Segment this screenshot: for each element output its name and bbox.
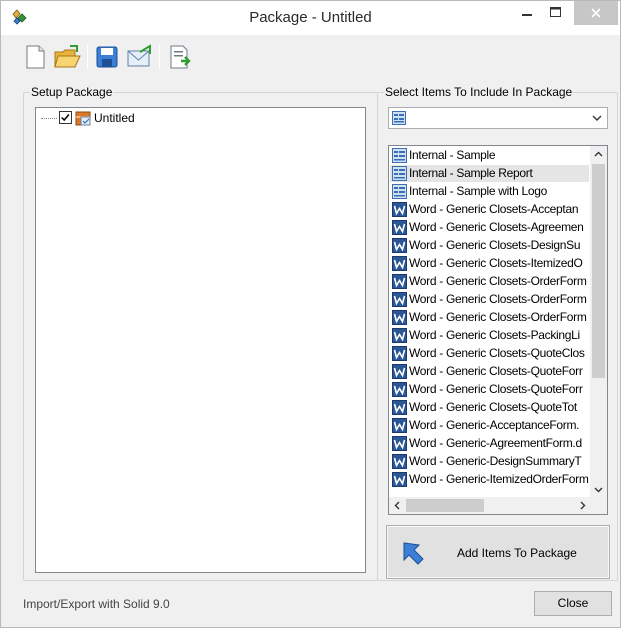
- close-button[interactable]: Close: [534, 591, 612, 616]
- word-icon: [392, 418, 407, 433]
- list-item-label: Internal - Sample Report: [409, 166, 533, 180]
- list-item-label: Word - Generic Closets-QuoteClos: [409, 346, 585, 360]
- scroll-up-icon[interactable]: [590, 146, 607, 163]
- word-icon: [392, 328, 407, 343]
- items-listbox[interactable]: Internal - Sample Internal - Sample Repor…: [388, 145, 608, 515]
- word-icon: [392, 256, 407, 271]
- list-item[interactable]: Word - Generic Closets-ItemizedO: [390, 255, 589, 272]
- arrow-down-left-icon: [403, 542, 424, 565]
- word-icon: [392, 400, 407, 415]
- list-item[interactable]: Word - Generic Closets-Agreemen: [390, 219, 589, 236]
- new-icon[interactable]: [21, 43, 49, 71]
- title-bar[interactable]: Package - Untitled: [1, 1, 620, 35]
- list-item-label: Word - Generic Closets-QuoteForr: [409, 364, 583, 378]
- tree-node-untitled[interactable]: Untitled: [36, 110, 236, 126]
- list-item[interactable]: Word - Generic-AcceptanceForm.: [390, 417, 589, 434]
- toolbar: [21, 43, 321, 73]
- status-text: Import/Export with Solid 9.0: [23, 597, 170, 611]
- list-item[interactable]: Word - Generic-DesignSummaryT: [390, 453, 589, 470]
- tree-connector: [41, 118, 57, 119]
- list-item-label: Word - Generic Closets-ItemizedO: [409, 256, 583, 270]
- list-item-label: Word - Generic-DesignSummaryT: [409, 454, 582, 468]
- list-item[interactable]: Word - Generic Closets-OrderForm: [390, 291, 589, 308]
- list-item-label: Word - Generic Closets-OrderForm: [409, 292, 587, 306]
- list-item[interactable]: Word - Generic-AgreementForm.d: [390, 435, 589, 452]
- list-item-label: Word - Generic Closets-QuoteTot: [409, 400, 577, 414]
- word-icon: [392, 274, 407, 289]
- chevron-down-icon[interactable]: [589, 110, 605, 126]
- add-items-label: Add Items To Package: [457, 546, 577, 560]
- word-icon: [392, 202, 407, 217]
- vertical-scrollbar[interactable]: [590, 146, 607, 498]
- word-icon: [392, 292, 407, 307]
- setup-package-label: Setup Package: [30, 85, 114, 99]
- toolbar-separator: [159, 45, 160, 69]
- package-icon: [75, 111, 91, 126]
- export-icon[interactable]: [165, 43, 193, 71]
- list-item-label: Word - Generic Closets-DesignSu: [409, 238, 581, 252]
- word-icon: [392, 346, 407, 361]
- toolbar-separator: [87, 45, 88, 69]
- scrollbar-corner: [590, 497, 607, 514]
- word-icon: [392, 454, 407, 469]
- list-item[interactable]: Word - Generic Closets-DesignSu: [390, 237, 589, 254]
- list-item-label: Word - Generic Closets-Agreemen: [409, 220, 584, 234]
- report-icon: [392, 184, 407, 199]
- word-icon: [392, 364, 407, 379]
- word-icon: [392, 238, 407, 253]
- word-icon: [392, 220, 407, 235]
- item-type-dropdown[interactable]: [388, 107, 608, 129]
- setup-package-group: Setup Package Untitled: [23, 85, 378, 581]
- open-folder-icon[interactable]: [53, 43, 81, 71]
- list-item-label: Word - Generic-AcceptanceForm.: [409, 418, 580, 432]
- list-item[interactable]: Word - Generic-ItemizedOrderForm: [390, 471, 589, 488]
- list-item[interactable]: Internal - Sample: [390, 147, 589, 164]
- horizontal-scroll-thumb[interactable]: [406, 499, 484, 512]
- list-item-label: Internal - Sample with Logo: [409, 184, 547, 198]
- select-items-group: Select Items To Include In Package Inter…: [377, 85, 618, 581]
- list-item[interactable]: Word - Generic Closets-QuoteForr: [390, 381, 589, 398]
- list-item[interactable]: Word - Generic Closets-OrderForm: [390, 273, 589, 290]
- list-item[interactable]: Internal - Sample with Logo: [390, 183, 589, 200]
- report-icon: [392, 148, 407, 163]
- tree-node-label: Untitled: [94, 111, 135, 125]
- list-item-label: Word - Generic-ItemizedOrderForm: [409, 472, 589, 486]
- vertical-scroll-thumb[interactable]: [592, 164, 605, 378]
- list-item-label: Word - Generic Closets-OrderForm: [409, 274, 587, 288]
- package-window: Package - Untitled Setup Package Untitle…: [0, 0, 621, 628]
- list-item-label: Word - Generic Closets-Acceptan: [409, 202, 579, 216]
- list-item[interactable]: Word - Generic Closets-QuoteForr: [390, 363, 589, 380]
- report-icon: [392, 111, 406, 125]
- list-item-label: Word - Generic-AgreementForm.d: [409, 436, 582, 450]
- word-icon: [392, 436, 407, 451]
- word-icon: [392, 472, 407, 487]
- package-tree[interactable]: Untitled: [35, 107, 366, 573]
- scroll-left-icon[interactable]: [389, 497, 406, 514]
- save-icon[interactable]: [93, 43, 121, 71]
- list-item-label: Word - Generic Closets-QuoteForr: [409, 382, 583, 396]
- report-icon: [392, 166, 407, 181]
- list-item[interactable]: Word - Generic Closets-PackingLi: [390, 327, 589, 344]
- list-item-label: Internal - Sample: [409, 148, 496, 162]
- select-items-label: Select Items To Include In Package: [384, 85, 574, 99]
- tree-node-checkbox[interactable]: [59, 111, 72, 124]
- list-item[interactable]: Word - Generic Closets-QuoteTot: [390, 399, 589, 416]
- email-icon[interactable]: [125, 43, 153, 71]
- minimize-icon[interactable]: [513, 1, 541, 25]
- word-icon: [392, 310, 407, 325]
- items-list: Internal - Sample Internal - Sample Repor…: [389, 146, 589, 498]
- list-item-label: Word - Generic Closets-OrderForm: [409, 310, 587, 324]
- maximize-icon[interactable]: [541, 1, 569, 25]
- list-item[interactable]: Internal - Sample Report: [390, 165, 589, 182]
- scroll-right-icon[interactable]: [574, 497, 591, 514]
- list-item[interactable]: Word - Generic Closets-OrderForm: [390, 309, 589, 326]
- list-item-label: Word - Generic Closets-PackingLi: [409, 328, 580, 342]
- close-icon[interactable]: [574, 1, 618, 25]
- list-item[interactable]: Word - Generic Closets-QuoteClos: [390, 345, 589, 362]
- horizontal-scrollbar[interactable]: [389, 497, 591, 514]
- scroll-down-icon[interactable]: [590, 481, 607, 498]
- word-icon: [392, 382, 407, 397]
- list-item[interactable]: Word - Generic Closets-Acceptan: [390, 201, 589, 218]
- add-items-button[interactable]: Add Items To Package: [386, 525, 610, 579]
